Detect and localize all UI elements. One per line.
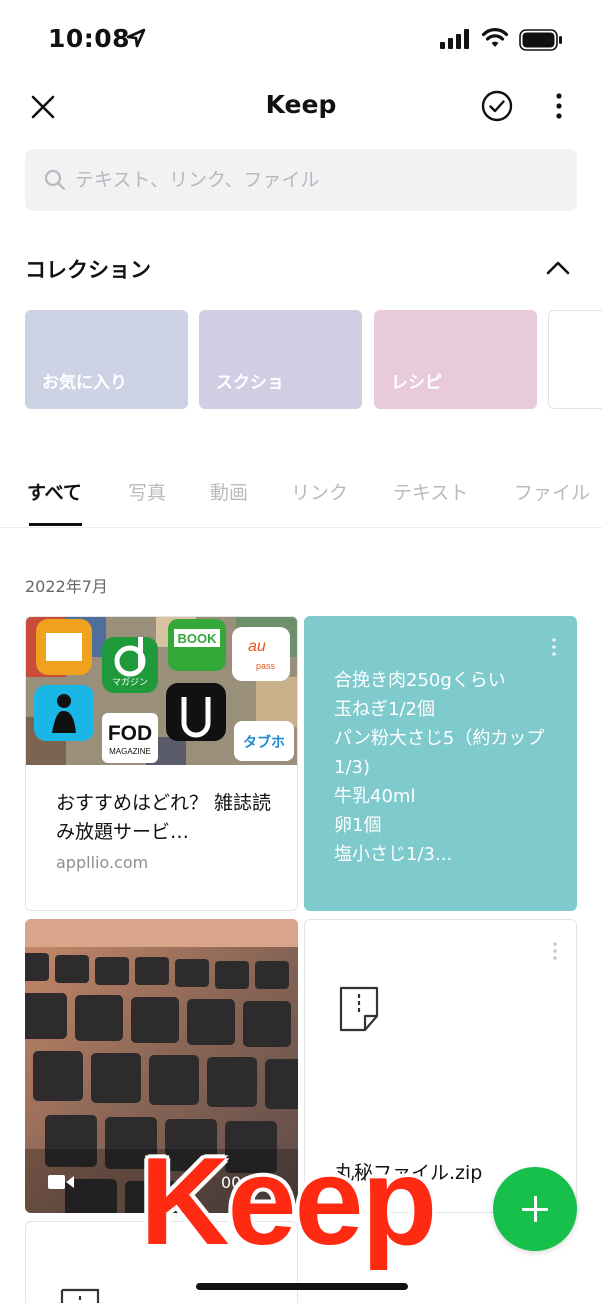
thumb-label-fod: FOD [108, 722, 152, 745]
keep-overlay-logo: Keep [140, 1133, 437, 1271]
collection-label: スクショ [216, 373, 284, 393]
collection-partial[interactable] [548, 310, 602, 409]
thumb-label-au: au [248, 638, 266, 655]
file-icon [339, 986, 379, 1032]
memo-text: 合挽き肉250gくらい 玉ねぎ1/2個 パン粉大さじ5（約カップ1/3) 牛乳4… [334, 670, 545, 865]
search-icon [44, 169, 66, 191]
collections-heading: コレクション [25, 258, 151, 282]
collection-label: お気に入り [42, 373, 127, 393]
file-icon [60, 1288, 100, 1303]
collections-row: お気に入り スクショ レシピ [25, 310, 602, 410]
collection-screenshots[interactable]: スクショ [199, 310, 362, 409]
search-input[interactable] [75, 149, 555, 211]
chevron-up-icon[interactable] [544, 256, 572, 278]
home-indicator [196, 1283, 408, 1290]
link-card[interactable]: BOOK au pass FOD MAGAZINE マガジン タブホ おすすめは… [25, 616, 298, 911]
video-camera-icon [48, 1175, 74, 1189]
card-more-icon[interactable] [552, 638, 556, 656]
wifi-icon [481, 28, 509, 47]
search-bar [25, 149, 577, 211]
thumb-label-book: BOOK [178, 631, 218, 646]
tab-all[interactable]: すべて [27, 478, 82, 505]
collection-recipes[interactable]: レシピ [374, 310, 537, 409]
tab-files[interactable]: ファイル [514, 478, 590, 505]
date-heading: 2022年7月 [25, 577, 108, 596]
location-arrow-icon [126, 28, 146, 48]
select-check-icon[interactable] [481, 90, 513, 122]
status-bar: 10:08 [0, 0, 602, 80]
thumb-label-pass: pass [256, 661, 276, 671]
tab-links[interactable]: リンク [291, 478, 348, 505]
thumb-label-magazine: MAGAZINE [109, 747, 151, 756]
filter-tabs: すべて 写真 動画 リンク テキスト ファイル [0, 468, 602, 528]
thumb-label-maga: マガジン [112, 677, 148, 688]
text-memo-card[interactable]: 合挽き肉250gくらい 玉ねぎ1/2個 パン粉大さじ5（約カップ1/3) 牛乳4… [304, 616, 577, 911]
more-vertical-icon[interactable] [548, 91, 570, 121]
tab-text[interactable]: テキスト [393, 478, 468, 505]
battery-icon [519, 29, 562, 51]
cellular-signal-icon [440, 29, 469, 49]
header: Keep [0, 80, 602, 140]
collection-label: レシピ [391, 373, 442, 393]
link-thumbnail: BOOK au pass FOD MAGAZINE マガジン タブホ [26, 617, 297, 765]
tab-videos[interactable]: 動画 [210, 478, 248, 505]
link-domain: appllio.com [56, 853, 149, 872]
collection-favorites[interactable]: お気に入り [25, 310, 188, 409]
add-button[interactable] [493, 1167, 577, 1251]
link-title: おすすめはどれ？ 雑誌読み放題サービ… [56, 792, 272, 843]
tab-photos[interactable]: 写真 [128, 478, 166, 505]
thumb-label-tabuho: タブホ [243, 734, 285, 751]
status-time: 10:08 [48, 24, 131, 53]
card-more-icon[interactable] [553, 942, 557, 960]
active-tab-indicator [29, 523, 82, 526]
